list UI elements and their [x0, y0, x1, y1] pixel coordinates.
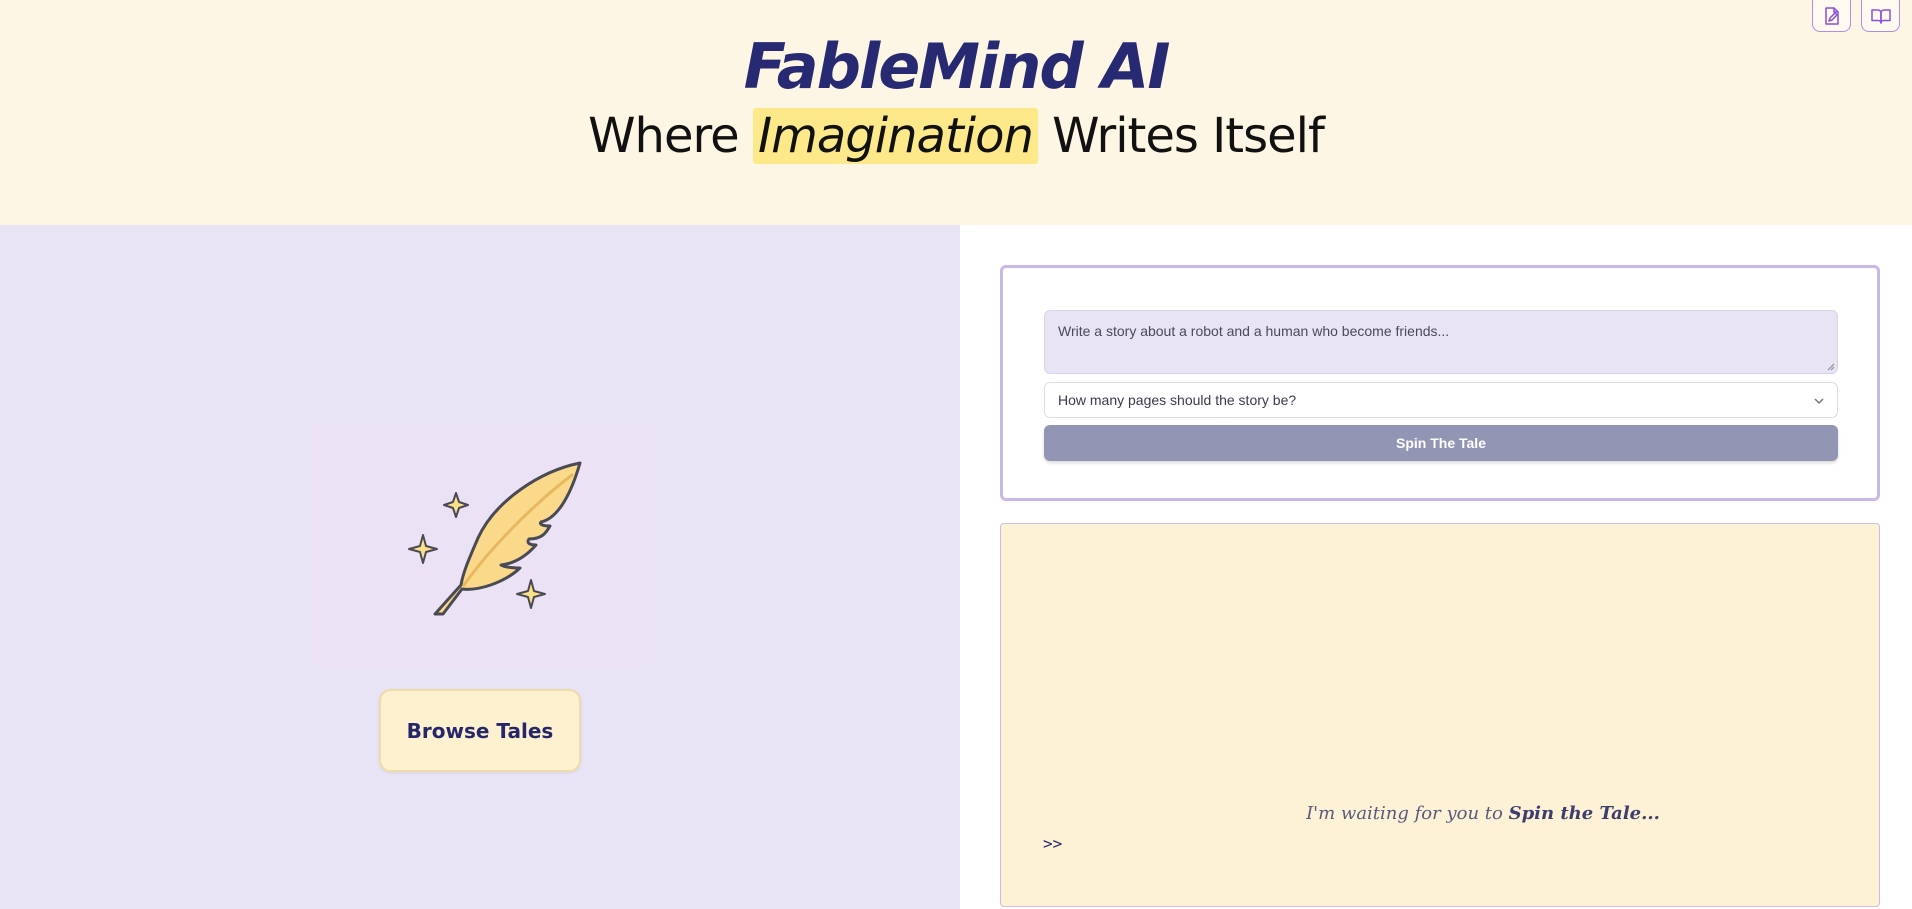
- chevron-down-icon: [1814, 398, 1824, 405]
- sparkle-icon: [516, 579, 546, 609]
- header: FableMind AI Where Imagination Writes It…: [0, 0, 1912, 225]
- open-book-icon[interactable]: [1861, 0, 1900, 32]
- left-panel: Browse Tales: [0, 225, 960, 909]
- waiting-text: I'm waiting for you to: [1306, 803, 1503, 824]
- page-count-placeholder: How many pages should the story be?: [1058, 392, 1297, 408]
- tagline-end: Writes Itself: [1052, 108, 1325, 164]
- tagline: Where Imagination Writes Itself: [0, 108, 1912, 164]
- story-output-panel: I'm waiting for you to Spin the Tale... …: [1000, 523, 1880, 907]
- document-pen-icon[interactable]: [1812, 0, 1851, 32]
- sparkle-icon: [408, 534, 438, 564]
- story-prompt-input[interactable]: Write a story about a robot and a human …: [1044, 310, 1838, 374]
- waiting-message: I'm waiting for you to Spin the Tale...: [1001, 803, 1879, 824]
- sparkle-icon: [443, 492, 469, 518]
- prompt-placeholder: Write a story about a robot and a human …: [1058, 323, 1450, 339]
- top-toolbar: [1812, 0, 1900, 32]
- story-cursor: >>: [1043, 834, 1063, 853]
- feather-illustration: [310, 423, 653, 668]
- story-form: Write a story about a robot and a human …: [1000, 265, 1880, 501]
- browse-tales-button[interactable]: Browse Tales: [379, 689, 581, 772]
- page-count-select[interactable]: How many pages should the story be?: [1044, 382, 1838, 418]
- resize-handle-icon: [1827, 363, 1835, 371]
- tagline-highlight: Imagination: [752, 108, 1038, 164]
- tagline-start: Where: [588, 108, 740, 164]
- spin-tale-button[interactable]: Spin The Tale: [1044, 425, 1838, 461]
- brand-title: FableMind AI: [743, 30, 1171, 103]
- waiting-emphasis: Spin the Tale...: [1508, 803, 1660, 824]
